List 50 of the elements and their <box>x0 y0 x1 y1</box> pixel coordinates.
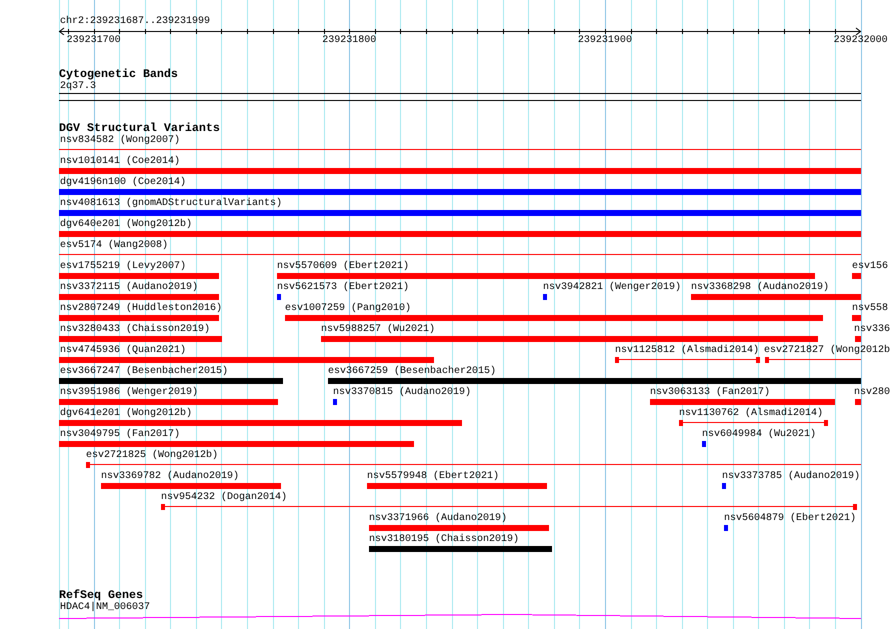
tick-label: 239231800 <box>322 35 376 47</box>
variant-label: nsv1010141 (Coe2014) <box>60 156 180 168</box>
variant-label: nsv3049795 (Fan2017) <box>60 429 180 441</box>
variant-label: nsv3369782 (Audano2019) <box>101 471 240 483</box>
variant-label: nsv5988257 (Wu2021) <box>321 324 436 336</box>
variant-label: nsv558 <box>852 303 888 315</box>
variant-label: esv1755219 (Levy2007) <box>60 261 186 273</box>
variant-label: nsv6049984 (Wu2021) <box>702 429 816 441</box>
variant-label: esv1007259 (Pang2010) <box>285 303 412 315</box>
variant-label: esv156 <box>852 261 888 273</box>
variant-label: nsv5604879 (Ebert2021) <box>724 513 856 525</box>
variant-label: nsv3280433 (Chaisson2019) <box>60 324 210 336</box>
tick-label: 239231700 <box>66 35 121 47</box>
tick-label: 239232000 <box>834 35 888 47</box>
variant-label: nsv4745936 (Quan2021) <box>60 345 186 357</box>
variant-label: nsv3372115 (Audano2019) <box>60 282 198 294</box>
variant-label: nsv5621573 (Ebert2021) <box>277 282 410 294</box>
variant-label: nsv3371966 (Audano2019) <box>369 513 508 525</box>
variant-label: esv3667247 (Besenbacher2015) <box>60 366 228 378</box>
variant-label: nsv4081613 (gnomADStructuralVariants) <box>60 198 282 210</box>
variant-label: nsv3951986 (Wenger2019) <box>60 387 198 399</box>
gene-label: HDAC4|NM_006037 <box>60 602 150 614</box>
variant-label: esv3667259 (Besenbacher2015) <box>328 366 496 378</box>
variant-label: nsv280 <box>854 387 890 399</box>
track-title: RefSeq Genes <box>59 589 143 602</box>
variant-label: nsv954232 (Dogan2014) <box>161 492 288 504</box>
variant-label: dgv640e201 (Wong2012b) <box>60 219 192 231</box>
variant-label: nsv2807249 (Huddleston2016) <box>60 303 222 315</box>
variant-label: esv5174 (Wang2008) <box>60 240 168 252</box>
variant-label: nsv3373785 (Audano2019) <box>722 471 860 483</box>
variant-label: nsv336 <box>854 324 890 336</box>
variant-label: dgv641e201 (Wong2012b) <box>60 408 192 420</box>
variant-label: nsv1125812 (Alsmadi2014) <box>615 345 760 357</box>
band-label: 2q37.3 <box>60 81 96 93</box>
variant-label: dgv4196n100 (Coe2014) <box>60 177 186 189</box>
track-title: DGV Structural Variants <box>59 122 220 135</box>
variant-label: esv2721825 (Wong2012b) <box>86 450 218 462</box>
variant-label: nsv3942821 (Wenger2019) <box>543 282 682 294</box>
variant-label: nsv834582 (Wong2007) <box>60 135 180 147</box>
variant-label: nsv5570609 (Ebert2021) <box>277 261 410 273</box>
variant-label: nsv3370815 (Audano2019) <box>333 387 472 399</box>
variant-label: nsv1130762 (Alsmadi2014) <box>679 408 824 420</box>
region-label: chr2:239231687..239231999 <box>60 16 210 27</box>
variant-label: nsv3180195 (Chaisson2019) <box>369 534 520 546</box>
track-title: Cytogenetic Bands <box>59 68 178 81</box>
variant-label: nsv5579948 (Ebert2021) <box>367 471 500 483</box>
tick-label: 239231900 <box>578 35 632 47</box>
variant-label: nsv3063133 (Fan2017) <box>650 387 770 399</box>
variant-label: esv2721827 (Wong2012b <box>764 345 890 357</box>
variant-label: nsv3368298 (Audano2019) <box>691 282 830 294</box>
